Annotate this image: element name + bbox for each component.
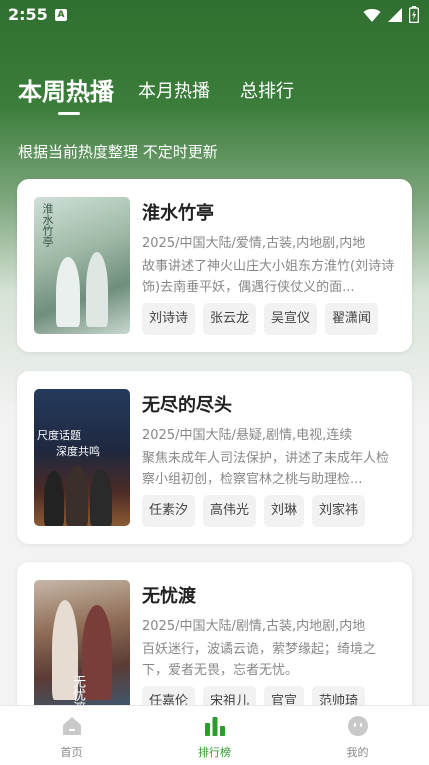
status-time: 2:55 <box>8 5 48 24</box>
drama-description: 故事讲述了神火山庄大小姐东方淮竹(刘诗诗 饰)去南垂平妖，偶遇行侠仗义的面... <box>142 259 395 295</box>
cast-tag[interactable]: 刘家祎 <box>312 495 366 527</box>
tab-weekly[interactable]: 本周热播 <box>18 72 114 107</box>
ranking-tabs: 本周热播 本月热播 总排行 <box>18 72 418 118</box>
bottom-navigation: 首页 排行榜 我的 <box>0 705 429 765</box>
nav-profile[interactable]: 我的 <box>286 706 429 765</box>
cast-tag[interactable]: 张云龙 <box>203 303 257 335</box>
cast-tags: 刘诗诗 张云龙 吴宣仪 翟潇闻 <box>142 303 379 335</box>
cast-tags: 任素汐 高伟光 刘琳 刘家祎 <box>142 495 366 527</box>
tab-monthly[interactable]: 本月热播 <box>138 77 210 103</box>
drama-meta: 2025/中国大陆/爱情,古装,内地剧,内地 <box>142 236 366 251</box>
nav-home-label: 首页 <box>60 746 83 759</box>
drama-title: 无忧渡 <box>142 586 196 607</box>
nav-home[interactable]: 首页 <box>0 706 143 765</box>
signal-icon <box>387 7 403 27</box>
drama-description: 聚焦未成年人司法保护，讲述了未成年人检察小组初创，检察官林之桃与助理检... <box>142 451 390 487</box>
cast-tag[interactable]: 任素汐 <box>142 495 196 527</box>
drama-poster[interactable]: 无忧渡 <box>34 580 130 717</box>
drama-meta: 2025/中国大陆/剧情,古装,内地剧,内地 <box>142 619 366 634</box>
page-subtitle: 根据当前热度整理 不定时更新 <box>18 143 218 161</box>
drama-poster[interactable]: 尺度话题 深度共鸣 <box>34 389 130 526</box>
tab-overall[interactable]: 总排行 <box>240 77 294 103</box>
cast-tag[interactable]: 刘琳 <box>264 495 305 527</box>
poster-slogan: 深度共鸣 <box>56 445 100 458</box>
nav-profile-label: 我的 <box>346 746 369 759</box>
home-icon <box>61 715 83 737</box>
notification-icon: A <box>55 9 67 21</box>
poster-slogan: 尺度话题 <box>37 429 81 442</box>
drama-title: 无尽的尽头 <box>142 395 232 416</box>
active-tab-indicator <box>58 112 80 115</box>
drama-title: 淮水竹亭 <box>142 203 214 224</box>
ranking-icon <box>204 715 226 737</box>
profile-icon <box>347 715 369 737</box>
cast-tag[interactable]: 刘诗诗 <box>142 303 196 335</box>
poster-title: 淮水竹亭 <box>41 203 54 247</box>
drama-card[interactable]: 淮水竹亭 淮水竹亭 2025/中国大陆/爱情,古装,内地剧,内地 故事讲述了神火… <box>17 179 412 352</box>
drama-card[interactable]: 尺度话题 深度共鸣 无尽的尽头 2025/中国大陆/悬疑,剧情,电视,连续 聚焦… <box>17 371 412 544</box>
status-bar: 2:55 A <box>0 0 429 30</box>
cast-tag[interactable]: 吴宣仪 <box>264 303 318 335</box>
wifi-icon <box>363 7 381 27</box>
battery-icon <box>408 6 420 27</box>
cast-tag[interactable]: 翟潇闻 <box>325 303 379 335</box>
drama-description: 百妖迷行，波谲云诡，萦梦缘起；绮境之下，爱者无畏，忘者无忧。 <box>142 642 377 678</box>
drama-poster[interactable]: 淮水竹亭 <box>34 197 130 334</box>
nav-ranking[interactable]: 排行榜 <box>143 706 286 765</box>
cast-tag[interactable]: 高伟光 <box>203 495 257 527</box>
nav-ranking-label: 排行榜 <box>198 746 231 759</box>
drama-meta: 2025/中国大陆/悬疑,剧情,电视,连续 <box>142 428 353 443</box>
